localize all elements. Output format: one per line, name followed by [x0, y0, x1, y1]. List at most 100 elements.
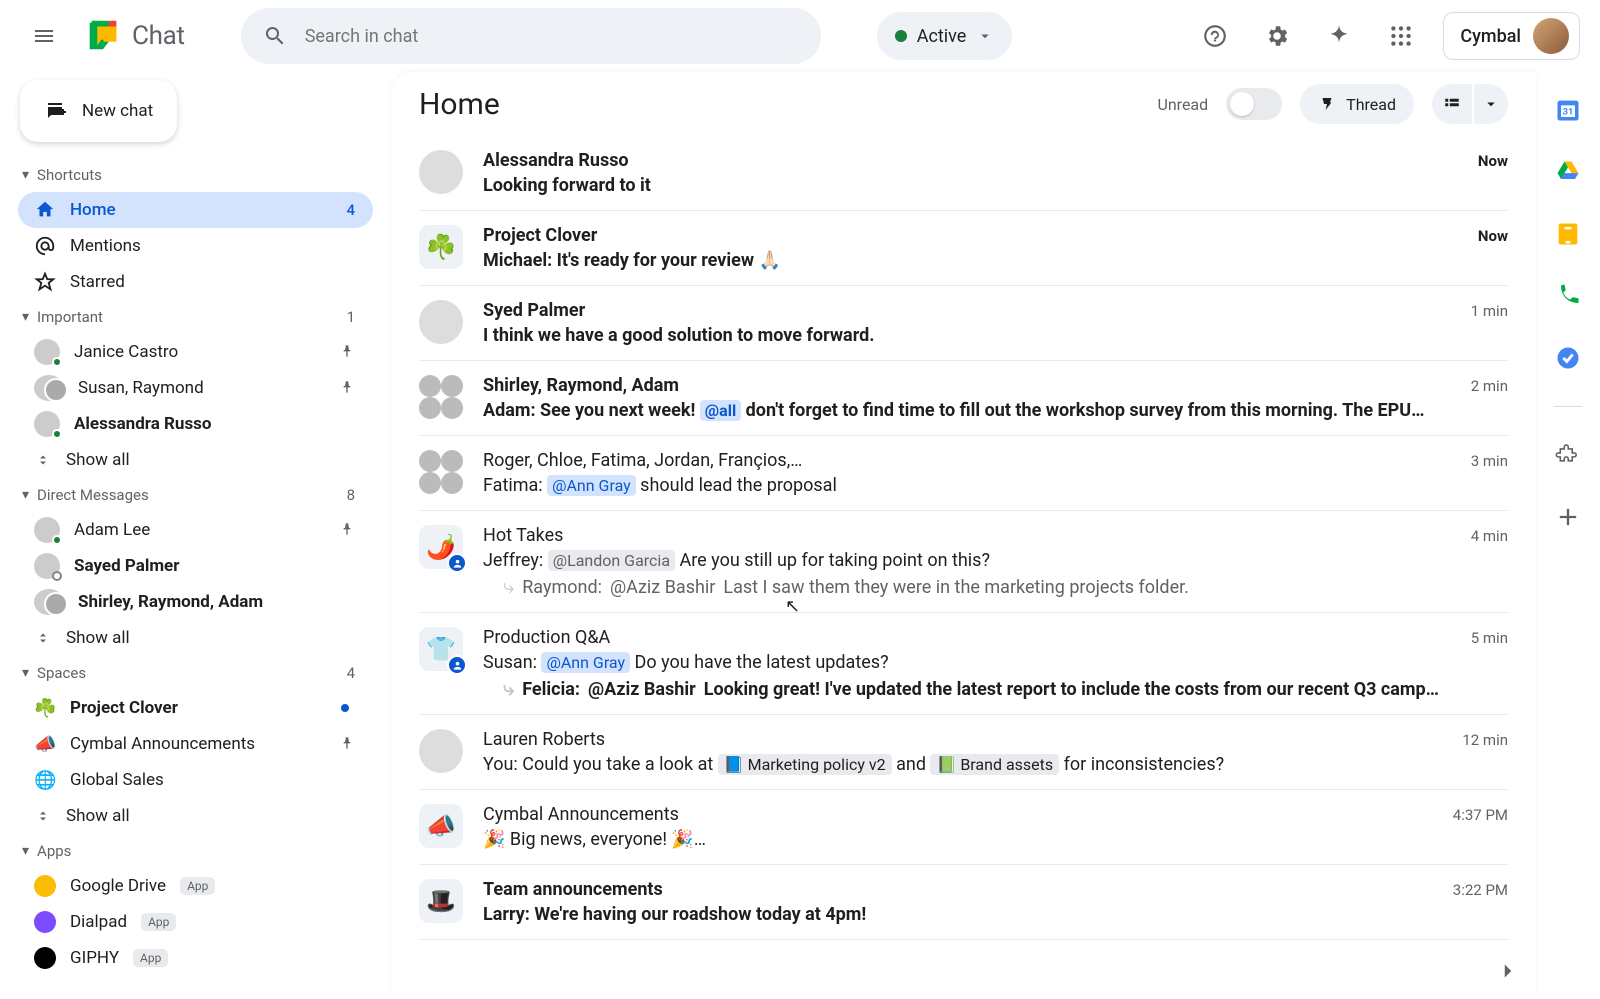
at-icon [34, 235, 56, 257]
search-input[interactable] [305, 26, 799, 47]
conv-name: Production Q&A [483, 627, 610, 648]
nav-item[interactable]: Susan, Raymond [18, 370, 373, 406]
status-pill[interactable]: Active [877, 12, 1013, 60]
add-app-button[interactable] [1554, 503, 1582, 531]
expand-icon [34, 807, 52, 825]
main-menu-button[interactable] [20, 12, 68, 60]
section-important[interactable]: ▾Important1 [18, 300, 373, 334]
conversation-row[interactable]: Roger, Chloe, Fatima, Jordan, Françios,…… [419, 436, 1508, 511]
space-emoji-icon: 🌐 [34, 770, 56, 791]
scroll-next-button[interactable] [1488, 951, 1528, 991]
show-all[interactable]: Show all [18, 442, 373, 478]
nav-label: GIPHY [70, 948, 119, 968]
pin-icon [339, 380, 355, 396]
section-spaces[interactable]: ▾Spaces4 [18, 656, 373, 690]
conversation-row[interactable]: 🌶️ Hot Takes4 min Jeffrey: @Landon Garci… [419, 511, 1508, 613]
addons-button[interactable] [1554, 441, 1582, 469]
conversation-row[interactable]: Lauren Roberts 12 min You: Could you take… [419, 715, 1508, 790]
section-apps[interactable]: ▾Apps [18, 834, 373, 868]
conv-time: 2 min [1471, 377, 1508, 395]
conv-name: Hot Takes [483, 525, 563, 546]
search-icon [263, 24, 287, 48]
nav-item[interactable]: DialpadApp [18, 904, 373, 940]
mention-chip: @Aziz Bashir [588, 679, 696, 700]
person-avatar [419, 300, 463, 344]
conversation-list[interactable]: Alessandra RussoNow Looking forward to i… [391, 136, 1536, 999]
fade-overlay [391, 969, 1536, 999]
conversation-row[interactable]: 🎩 Team announcements3:22 PM Larry: We're… [419, 865, 1508, 940]
nav-item[interactable]: Sayed Palmer [18, 548, 373, 584]
sidebar: New chat ▾ShortcutsHome4MentionsStarred▾… [0, 72, 385, 999]
apps-grid-button[interactable] [1381, 16, 1421, 56]
section-dms[interactable]: ▾Direct Messages8 [18, 478, 373, 512]
nav-label: Dialpad [70, 912, 127, 932]
keep-app[interactable] [1554, 220, 1582, 248]
avatar-icon [34, 339, 60, 365]
app-icon [34, 911, 56, 933]
conv-name: Lauren Roberts [483, 729, 605, 750]
new-chat-button[interactable]: New chat [20, 80, 177, 142]
conv-name: Cymbal Announcements [483, 804, 679, 825]
nav-label: Janice Castro [74, 342, 178, 362]
nav-item[interactable]: Google DriveApp [18, 868, 373, 904]
nav-item[interactable]: ☘️Project Clover [18, 690, 373, 726]
conv-preview: Looking forward to it [483, 175, 1508, 196]
search-bar[interactable] [241, 8, 821, 64]
nav-label: Adam Lee [74, 520, 150, 540]
calendar-app[interactable]: 31 [1554, 96, 1582, 124]
conv-preview: Larry: We're having our roadshow today a… [483, 904, 1508, 925]
avatar-icon [34, 589, 64, 615]
person-avatar [419, 729, 463, 773]
conv-time: 12 min [1462, 731, 1508, 749]
nav-item[interactable]: Home4 [18, 192, 373, 228]
space-avatar: 👕 [419, 627, 463, 671]
nav-item[interactable]: Mentions [18, 228, 373, 264]
apps-grid-icon [1388, 23, 1414, 49]
hamburger-icon [32, 24, 56, 48]
new-chat-label: New chat [82, 101, 153, 121]
nav-item[interactable]: 🌐Global Sales [18, 762, 373, 798]
avatar-icon [34, 517, 60, 543]
nav-item[interactable]: Starred [18, 264, 373, 300]
thread-filter-button[interactable]: Thread [1300, 84, 1414, 124]
nav-item[interactable]: Adam Lee [18, 512, 373, 548]
show-all[interactable]: Show all [18, 620, 373, 656]
voice-app[interactable] [1554, 282, 1582, 310]
section-shortcuts[interactable]: ▾Shortcuts [18, 158, 373, 192]
conv-preview: 🎉 Big news, everyone! 🎉… [483, 829, 1508, 850]
conversation-row[interactable]: Alessandra RussoNow Looking forward to i… [419, 136, 1508, 211]
nav-item[interactable]: Alessandra Russo [18, 406, 373, 442]
chat-logo-icon [84, 17, 122, 55]
conv-time: 1 min [1471, 302, 1508, 320]
nav-label: Cymbal Announcements [70, 734, 255, 754]
conversation-row[interactable]: Syed Palmer1 min I think we have a good … [419, 286, 1508, 361]
drive-app[interactable] [1554, 158, 1582, 186]
account-org-chip[interactable]: Cymbal [1443, 12, 1580, 60]
tasks-app[interactable] [1554, 344, 1582, 372]
conv-preview: You: Could you take a look at 📘 Marketin… [483, 754, 1508, 775]
nav-item[interactable]: Shirley, Raymond, Adam [18, 584, 373, 620]
nav-item[interactable]: GIPHY App [18, 940, 373, 976]
conv-name: Syed Palmer [483, 300, 585, 321]
conversation-row[interactable]: 📣 Cymbal Announcements4:37 PM 🎉 Big news… [419, 790, 1508, 865]
gemini-button[interactable] [1319, 16, 1359, 56]
mention-chip: @Ann Gray [541, 652, 630, 673]
conversation-row[interactable]: ☘️ Project CloverNow Michael: It's ready… [419, 211, 1508, 286]
unread-toggle[interactable] [1226, 88, 1282, 120]
brand-title: Chat [132, 21, 185, 51]
view-mode-button[interactable] [1432, 84, 1472, 124]
view-mode-dropdown[interactable] [1474, 84, 1508, 124]
nav-item[interactable]: Janice Castro [18, 334, 373, 370]
pin-icon [339, 522, 355, 538]
puzzle-icon [1554, 441, 1582, 469]
nav-label: Google Drive [70, 876, 166, 896]
nav-item[interactable]: 📣Cymbal Announcements [18, 726, 373, 762]
settings-button[interactable] [1257, 16, 1297, 56]
help-button[interactable] [1195, 16, 1235, 56]
app-badge: App [133, 949, 168, 967]
group-avatar [419, 375, 463, 419]
show-all[interactable]: Show all [18, 798, 373, 834]
conversation-row[interactable]: 👕 Production Q&A5 min Susan: @Ann Gray D… [419, 613, 1508, 715]
nav-label: Sayed Palmer [74, 556, 179, 576]
conversation-row[interactable]: Shirley, Raymond, Adam2 min Adam: See yo… [419, 361, 1508, 436]
